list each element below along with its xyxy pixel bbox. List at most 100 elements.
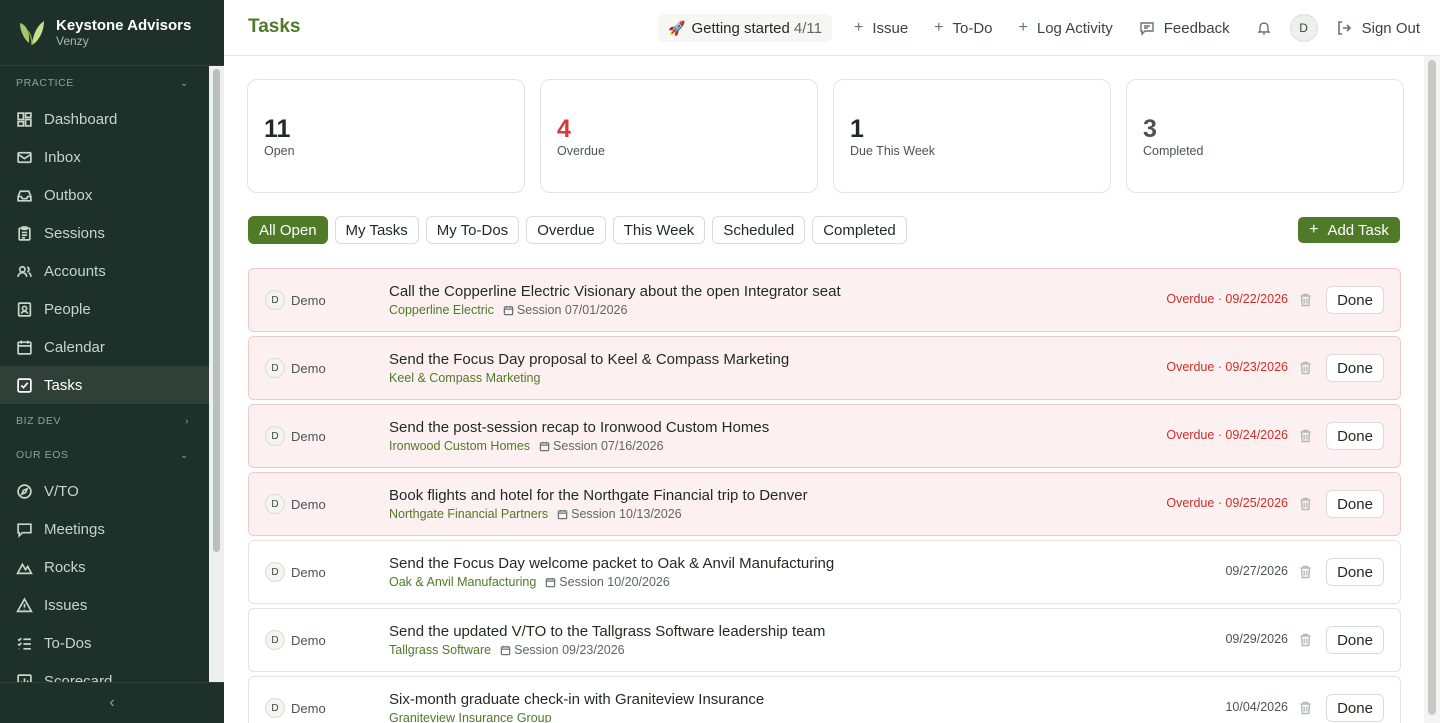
trash-icon[interactable] <box>1299 565 1312 579</box>
filter-all-open[interactable]: All Open <box>248 216 328 244</box>
sidebar-scroll-thumb[interactable] <box>213 69 220 552</box>
scorecard-icon <box>17 673 32 682</box>
done-button[interactable]: Done <box>1326 490 1384 518</box>
sidebar-item-scorecard[interactable]: Scorecard <box>0 662 209 682</box>
feedback-button[interactable]: Feedback <box>1139 20 1230 37</box>
task-assignee[interactable]: D Demo <box>265 290 326 310</box>
task-assignee[interactable]: D Demo <box>265 426 326 446</box>
sidebar-item-tasks[interactable]: Tasks <box>0 366 209 404</box>
task-assignee[interactable]: D Demo <box>265 494 326 514</box>
sidebar-scrollbar[interactable] <box>209 66 224 682</box>
main-scroll-thumb[interactable] <box>1428 60 1436 715</box>
task-assignee[interactable]: D Demo <box>265 630 326 650</box>
task-row[interactable]: D Demo Send the Focus Day welcome packet… <box>248 540 1401 604</box>
filter-completed[interactable]: Completed <box>812 216 907 244</box>
bell-icon[interactable] <box>1256 20 1272 36</box>
done-button[interactable]: Done <box>1326 354 1384 382</box>
task-assignee[interactable]: D Demo <box>265 562 326 582</box>
new-issue-button[interactable]: + Issue <box>854 19 908 37</box>
done-button[interactable]: Done <box>1326 558 1384 586</box>
section-practice[interactable]: PRACTICE ⌄ <box>0 66 209 100</box>
task-row[interactable]: D Demo Send the Focus Day proposal to Ke… <box>248 336 1401 400</box>
trash-icon[interactable] <box>1299 429 1312 443</box>
done-button[interactable]: Done <box>1326 626 1384 654</box>
task-account-link[interactable]: Keel & Compass Marketing <box>389 371 540 385</box>
task-title[interactable]: Send the Focus Day proposal to Keel & Co… <box>389 351 789 368</box>
filter-this-week[interactable]: This Week <box>612 216 706 244</box>
getting-started-label: Getting started <box>691 19 790 37</box>
sidebar-item-sessions[interactable]: Sessions <box>0 214 209 252</box>
task-account-link[interactable]: Ironwood Custom Homes <box>389 439 530 453</box>
brand-name: Keystone Advisors <box>56 17 192 34</box>
task-row[interactable]: D Demo Send the post-session recap to Ir… <box>248 404 1401 468</box>
new-todo-button[interactable]: + To-Do <box>934 19 992 37</box>
trash-icon[interactable] <box>1299 293 1312 307</box>
plus-icon: + <box>1018 19 1028 36</box>
task-title[interactable]: Send the Focus Day welcome packet to Oak… <box>389 555 834 572</box>
add-task-button[interactable]: + Add Task <box>1298 217 1400 243</box>
brand[interactable]: Keystone Advisors Venzy <box>0 0 224 66</box>
task-assignee[interactable]: D Demo <box>265 358 326 378</box>
done-button[interactable]: Done <box>1326 286 1384 314</box>
task-title[interactable]: Six-month graduate check-in with Granite… <box>389 691 764 708</box>
trash-icon[interactable] <box>1299 361 1312 375</box>
main-scrollbar[interactable] <box>1424 56 1440 723</box>
user-avatar[interactable]: D <box>1289 14 1318 42</box>
task-row[interactable]: D Demo Call the Copperline Electric Visi… <box>248 268 1401 332</box>
stat-card-overdue[interactable]: 4 Overdue <box>540 79 818 193</box>
filter-my-tasks[interactable]: My Tasks <box>334 216 419 244</box>
task-title[interactable]: Send the post-session recap to Ironwood … <box>389 419 769 436</box>
task-session-label: Session 09/23/2026 <box>514 643 625 657</box>
task-title[interactable]: Call the Copperline Electric Visionary a… <box>389 283 841 300</box>
filter-overdue[interactable]: Overdue <box>526 216 606 244</box>
filter-my-to-dos[interactable]: My To-Dos <box>425 216 520 244</box>
log-activity-button[interactable]: + Log Activity <box>1019 19 1113 37</box>
done-button[interactable]: Done <box>1326 694 1384 722</box>
task-row[interactable]: D Demo Book flights and hotel for the No… <box>248 472 1401 536</box>
sidebar-item-meetings[interactable]: Meetings <box>0 510 209 548</box>
task-session-label: Session 07/16/2026 <box>553 439 664 453</box>
sidebar-item-issues[interactable]: Issues <box>0 586 209 624</box>
trash-icon[interactable] <box>1299 497 1312 511</box>
task-session[interactable]: Session 10/13/2026 <box>557 507 682 521</box>
sidebar-item-v-to[interactable]: V/TO <box>0 472 209 510</box>
task-title[interactable]: Book flights and hotel for the Northgate… <box>389 487 808 504</box>
stat-card-open[interactable]: 11 Open <box>247 79 525 193</box>
assignee-avatar: D <box>265 426 285 446</box>
task-session[interactable]: Session 07/01/2026 <box>503 303 627 317</box>
getting-started-button[interactable]: 🚀 Getting started 4/11 <box>658 14 832 42</box>
task-account-link[interactable]: Oak & Anvil Manufacturing <box>389 575 536 589</box>
trash-icon[interactable] <box>1299 701 1312 715</box>
stat-card-completed[interactable]: 3 Completed <box>1126 79 1404 193</box>
task-title[interactable]: Send the updated V/TO to the Tallgrass S… <box>389 623 825 640</box>
task-session[interactable]: Session 10/20/2026 <box>545 575 670 589</box>
task-meta: Graniteview Insurance Group <box>389 711 552 723</box>
section-our-eos[interactable]: OUR EOS ⌄ <box>0 438 209 472</box>
task-account-link[interactable]: Graniteview Insurance Group <box>389 711 552 723</box>
sign-out-button[interactable]: Sign Out <box>1336 20 1420 37</box>
new-todo-label: To-Do <box>952 19 993 37</box>
sidebar-item-accounts[interactable]: Accounts <box>0 252 209 290</box>
task-session[interactable]: Session 09/23/2026 <box>500 643 625 657</box>
sidebar-item-rocks[interactable]: Rocks <box>0 548 209 586</box>
done-button[interactable]: Done <box>1326 422 1384 450</box>
task-row[interactable]: D Demo Send the updated V/TO to the Tall… <box>248 608 1401 672</box>
task-account-link[interactable]: Tallgrass Software <box>389 643 491 657</box>
stat-card-due-this-week[interactable]: 1 Due This Week <box>833 79 1111 193</box>
sidebar-item-dashboard[interactable]: Dashboard <box>0 100 209 138</box>
filter-scheduled[interactable]: Scheduled <box>712 216 806 244</box>
sidebar-item-outbox[interactable]: Outbox <box>0 176 209 214</box>
task-account-link[interactable]: Copperline Electric <box>389 303 494 317</box>
sign-out-label: Sign Out <box>1361 19 1420 37</box>
task-account-link[interactable]: Northgate Financial Partners <box>389 507 548 521</box>
sidebar-item-inbox[interactable]: Inbox <box>0 138 209 176</box>
task-session[interactable]: Session 07/16/2026 <box>539 439 664 453</box>
sidebar-item-people[interactable]: People <box>0 290 209 328</box>
collapse-sidebar-button[interactable]: ‹ <box>0 682 224 723</box>
task-assignee[interactable]: D Demo <box>265 698 326 718</box>
trash-icon[interactable] <box>1299 633 1312 647</box>
task-row[interactable]: D Demo Six-month graduate check-in with … <box>248 676 1401 723</box>
sidebar-item-calendar[interactable]: Calendar <box>0 328 209 366</box>
sidebar-item-to-dos[interactable]: To-Dos <box>0 624 209 662</box>
section-bizdev[interactable]: BIZ DEV › <box>0 404 209 438</box>
